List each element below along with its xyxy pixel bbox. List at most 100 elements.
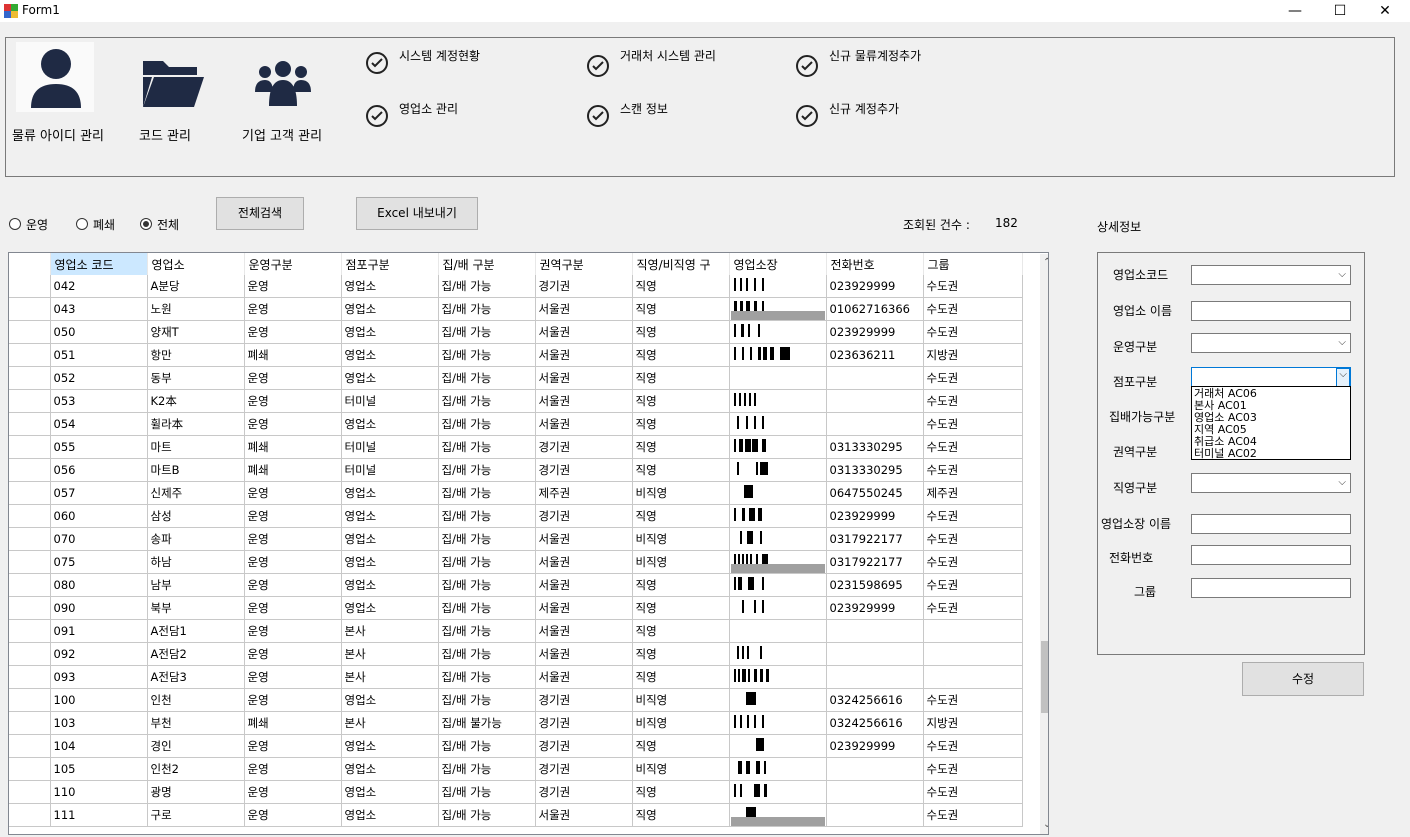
- table-cell[interactable]: 운영: [244, 366, 342, 390]
- table-cell[interactable]: 051: [50, 343, 148, 367]
- manager-image-cell[interactable]: [729, 275, 827, 298]
- table-cell[interactable]: 폐쇄: [244, 711, 342, 735]
- table-cell[interactable]: 집/배 가능: [438, 435, 536, 459]
- table-cell[interactable]: 운영: [244, 320, 342, 344]
- table-row[interactable]: 105 인천2 운영 영업소 집/배 가능 경기권 비직영 수도권: [9, 757, 1023, 781]
- table-cell[interactable]: 운영: [244, 389, 342, 413]
- branch-code-combo[interactable]: ⌵: [1191, 265, 1351, 285]
- row-header[interactable]: [9, 780, 51, 804]
- table-cell[interactable]: 집/배 가능: [438, 366, 536, 390]
- table-cell[interactable]: 집/배 가능: [438, 573, 536, 597]
- table-cell[interactable]: 직영: [632, 320, 730, 344]
- table-cell[interactable]: 마트: [147, 435, 245, 459]
- table-cell[interactable]: 집/배 가능: [438, 596, 536, 620]
- table-cell[interactable]: 제주권: [535, 481, 633, 505]
- table-cell[interactable]: 운영: [244, 275, 342, 298]
- table-cell[interactable]: A분당: [147, 275, 245, 298]
- table-cell[interactable]: 집/배 가능: [438, 481, 536, 505]
- table-cell[interactable]: 경기권: [535, 275, 633, 298]
- table-cell[interactable]: 영업소: [341, 343, 439, 367]
- logistics-id-menu-label[interactable]: 물류 아이디 관리: [12, 125, 104, 144]
- table-cell[interactable]: A전담1: [147, 619, 245, 643]
- table-cell[interactable]: 수도권: [923, 320, 1023, 344]
- table-cell[interactable]: [826, 619, 924, 643]
- table-cell[interactable]: 터미널: [341, 435, 439, 459]
- table-cell[interactable]: 본사: [341, 665, 439, 689]
- table-cell[interactable]: 운영: [244, 757, 342, 781]
- table-cell[interactable]: 집/배 가능: [438, 803, 536, 827]
- table-row[interactable]: 110 광명 운영 영업소 집/배 가능 경기권 직영 수도권: [9, 780, 1023, 804]
- table-cell[interactable]: 서울권: [535, 366, 633, 390]
- table-row[interactable]: 055 마트 폐쇄 터미널 집/배 가능 경기권 직영 0313330295 수도권: [9, 435, 1023, 459]
- table-cell[interactable]: 0324256616: [826, 711, 924, 735]
- table-cell[interactable]: 서울권: [535, 665, 633, 689]
- row-header[interactable]: [9, 734, 51, 758]
- modify-button[interactable]: 수정: [1242, 662, 1364, 696]
- table-cell[interactable]: 042: [50, 275, 148, 298]
- table-cell[interactable]: 경기권: [535, 458, 633, 482]
- table-cell[interactable]: 운영: [244, 642, 342, 666]
- manager-image-cell[interactable]: [729, 435, 827, 459]
- row-header[interactable]: [9, 458, 51, 482]
- manager-image-cell[interactable]: [729, 366, 827, 390]
- manager-image-cell[interactable]: [729, 458, 827, 482]
- table-cell[interactable]: 삼성: [147, 504, 245, 528]
- table-cell[interactable]: 운영: [244, 412, 342, 436]
- table-cell[interactable]: 0317922177: [826, 527, 924, 551]
- menu-system-accounts[interactable]: 시스템 계정현황: [399, 47, 480, 64]
- table-cell[interactable]: 비직영: [632, 711, 730, 735]
- table-cell[interactable]: 집/배 가능: [438, 343, 536, 367]
- table-cell[interactable]: [826, 412, 924, 436]
- table-cell[interactable]: 0317922177: [826, 550, 924, 574]
- table-cell[interactable]: 운영: [244, 803, 342, 827]
- table-cell[interactable]: [826, 757, 924, 781]
- row-header[interactable]: [9, 596, 51, 620]
- table-cell[interactable]: 서울권: [535, 642, 633, 666]
- table-cell[interactable]: 경기권: [535, 711, 633, 735]
- table-cell[interactable]: 영업소: [341, 734, 439, 758]
- table-row[interactable]: 100 인천 운영 영업소 집/배 가능 경기권 비직영 0324256616 수도권: [9, 688, 1023, 712]
- table-cell[interactable]: 폐쇄: [244, 435, 342, 459]
- table-cell[interactable]: 직영: [632, 504, 730, 528]
- row-header[interactable]: [9, 297, 51, 321]
- table-row[interactable]: 054 휠라本 운영 영업소 집/배 가능 서울권 직영 수도권: [9, 412, 1023, 436]
- table-cell[interactable]: 0324256616: [826, 688, 924, 712]
- group-input[interactable]: [1191, 578, 1351, 598]
- table-cell[interactable]: 080: [50, 573, 148, 597]
- table-cell[interactable]: 057: [50, 481, 148, 505]
- manager-image-cell[interactable]: [729, 297, 827, 321]
- table-cell[interactable]: 집/배 가능: [438, 275, 536, 298]
- table-cell[interactable]: 070: [50, 527, 148, 551]
- table-cell[interactable]: 수도권: [923, 366, 1023, 390]
- column-header[interactable]: 권역구분: [535, 253, 633, 275]
- table-cell[interactable]: [923, 642, 1023, 666]
- table-cell[interactable]: 집/배 가능: [438, 642, 536, 666]
- table-cell[interactable]: A전담2: [147, 642, 245, 666]
- manager-image-cell[interactable]: [729, 757, 827, 781]
- table-cell[interactable]: 111: [50, 803, 148, 827]
- table-cell[interactable]: 인천: [147, 688, 245, 712]
- table-cell[interactable]: 직영: [632, 435, 730, 459]
- manager-image-cell[interactable]: [729, 619, 827, 643]
- table-cell[interactable]: 054: [50, 412, 148, 436]
- table-cell[interactable]: 영업소: [341, 573, 439, 597]
- table-cell[interactable]: 직영: [632, 596, 730, 620]
- table-cell[interactable]: 본사: [341, 711, 439, 735]
- table-cell[interactable]: 023929999: [826, 275, 924, 298]
- table-row[interactable]: 091 A전담1 운영 본사 집/배 가능 서울권 직영: [9, 619, 1023, 643]
- table-cell[interactable]: 영업소: [341, 297, 439, 321]
- table-row[interactable]: 104 경인 운영 영업소 집/배 가능 경기권 직영 023929999 수도권: [9, 734, 1023, 758]
- table-cell[interactable]: 비직영: [632, 757, 730, 781]
- table-cell[interactable]: 수도권: [923, 780, 1023, 804]
- row-header[interactable]: [9, 389, 51, 413]
- column-header[interactable]: 집/배 구분: [438, 253, 536, 275]
- table-cell[interactable]: 영업소: [341, 320, 439, 344]
- table-cell[interactable]: 100: [50, 688, 148, 712]
- row-header[interactable]: [9, 665, 51, 689]
- table-cell[interactable]: 서울권: [535, 803, 633, 827]
- table-cell[interactable]: 운영: [244, 527, 342, 551]
- user-tile[interactable]: [16, 42, 94, 112]
- table-cell[interactable]: 집/배 가능: [438, 780, 536, 804]
- table-cell[interactable]: 105: [50, 757, 148, 781]
- table-cell[interactable]: 신제주: [147, 481, 245, 505]
